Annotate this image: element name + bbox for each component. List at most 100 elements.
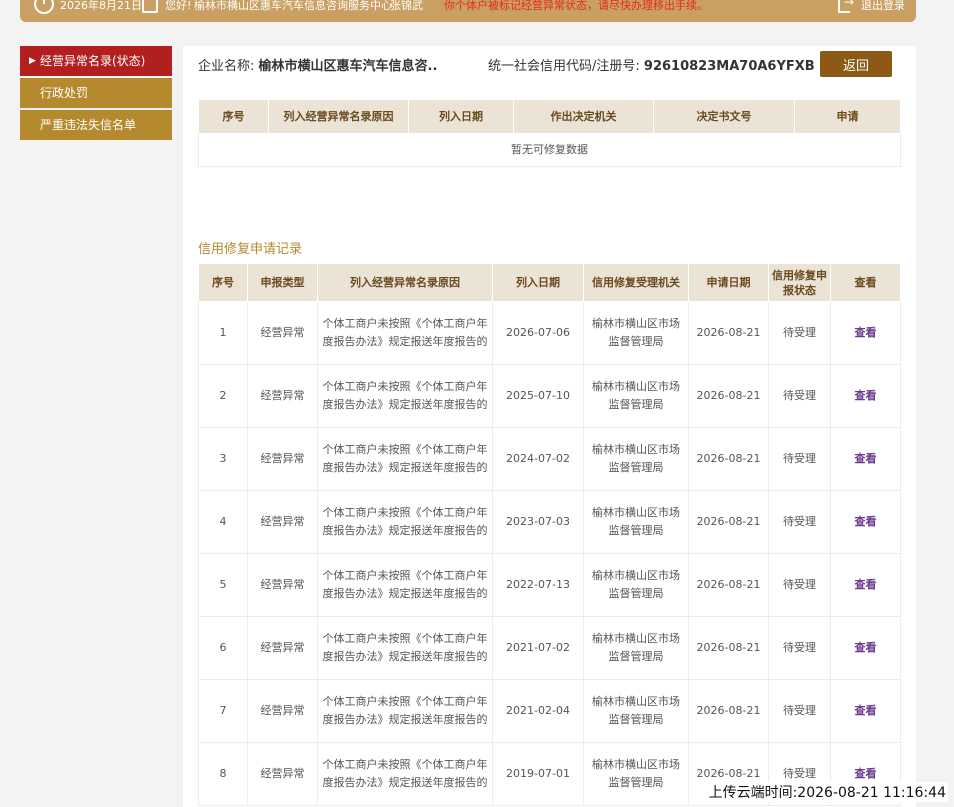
table-header-row: 序号 申报类型 列入经营异常名录原因 列入日期 信用修复受理机关 申请日期 信用… [198, 263, 901, 302]
sidebar-item-serious-violation[interactable]: 严重违法失信名单 [20, 110, 172, 140]
repair-status: 待受理 [768, 364, 831, 428]
upload-timestamp: 上传云端时间:2026-08-21 11:16:44 [706, 782, 948, 802]
view-link: 查看 [830, 364, 901, 428]
logout-icon[interactable] [838, 0, 854, 13]
row-index: 4 [198, 490, 248, 554]
row-index: 1 [198, 301, 248, 365]
table-row: 5 经营异常 个体工商户未按照《个体工商户年度报告办法》规定报送年度报告的 2022-… [198, 553, 901, 617]
company-name: 榆林市横山区惠车汽车信息咨.. [258, 59, 438, 74]
view-link[interactable]: 查看 [855, 452, 877, 465]
user-name: 张锦武 [390, 0, 423, 12]
view-link: 查看 [830, 679, 901, 743]
apply-type: 经营异常 [247, 679, 318, 743]
repair-status: 待受理 [768, 427, 831, 491]
apply-date: 2026-08-21 [688, 364, 769, 428]
col-header: 信用修复受理机关 [583, 263, 689, 302]
col-header: 列入经营异常名录原因 [317, 263, 493, 302]
col-header: 列入日期 [492, 263, 584, 302]
logout-link[interactable]: 退出登录 [861, 0, 905, 12]
company-name-line: 企业名称: 榆林市横山区惠车汽车信息咨.. [198, 55, 437, 74]
col-header: 序号 [198, 263, 248, 302]
col-header: 申请 [794, 99, 901, 134]
accept-authority: 榆林市横山区市场监督管理局 [583, 301, 689, 365]
list-reason: 个体工商户未按照《个体工商户年度报告办法》规定报送年度报告的 [317, 616, 493, 680]
sidebar-item-label: 严重违法失信名单 [40, 118, 137, 132]
view-link: 查看 [830, 616, 901, 680]
apply-date: 2026-08-21 [688, 553, 769, 617]
apply-date: 2026-08-21 [688, 301, 769, 365]
org-name: 榆林市横山区惠车汽车信息咨询服务中心 [194, 0, 392, 12]
apply-type: 经营异常 [247, 427, 318, 491]
apply-type: 经营异常 [247, 616, 318, 680]
warning-notice: 你个体户被标记经营异常状态，请尽快办理移出手续。 [444, 0, 708, 12]
table-row: 1 经营异常 个体工商户未按照《个体工商户年度报告办法》规定报送年度报告的 2026-… [198, 301, 901, 365]
apply-date: 2026-08-21 [688, 616, 769, 680]
list-reason: 个体工商户未按照《个体工商户年度报告办法》规定报送年度报告的 [317, 427, 493, 491]
view-link[interactable]: 查看 [855, 515, 877, 528]
records-section-title: 信用修复申请记录 [198, 242, 303, 257]
accept-authority: 榆林市横山区市场监督管理局 [583, 742, 689, 806]
back-button[interactable]: 返回 [820, 51, 892, 77]
row-index: 7 [198, 679, 248, 743]
sidebar-item-abnormal-list[interactable]: ▶ 经营异常名录(状态) [20, 46, 172, 76]
apply-date: 2026-08-21 [688, 490, 769, 554]
list-date: 2024-07-02 [492, 427, 584, 491]
table-row: 2 经营异常 个体工商户未按照《个体工商户年度报告办法》规定报送年度报告的 2025-… [198, 364, 901, 428]
empty-message: 暂无可修复数据 [198, 133, 901, 167]
view-link[interactable]: 查看 [855, 641, 877, 654]
credit-code: 92610823MA70A6YFXB [643, 59, 815, 74]
table-row: 4 经营异常 个体工商户未按照《个体工商户年度报告办法》规定报送年度报告的 2023-… [198, 490, 901, 554]
repair-status: 待受理 [768, 616, 831, 680]
view-link: 查看 [830, 490, 901, 554]
row-index: 5 [198, 553, 248, 617]
col-header: 序号 [198, 99, 269, 134]
user-icon [142, 0, 158, 13]
list-reason: 个体工商户未按照《个体工商户年度报告办法》规定报送年度报告的 [317, 490, 493, 554]
list-reason: 个体工商户未按照《个体工商户年度报告办法》规定报送年度报告的 [317, 301, 493, 365]
list-date: 2025-07-10 [492, 364, 584, 428]
view-link[interactable]: 查看 [855, 704, 877, 717]
list-date: 2021-07-02 [492, 616, 584, 680]
table-row: 3 经营异常 个体工商户未按照《个体工商户年度报告办法》规定报送年度报告的 2024-… [198, 427, 901, 491]
table-header-row: 序号 列入经营异常名录原因 列入日期 作出决定机关 决定书文号 申请 [198, 99, 901, 134]
accept-authority: 榆林市横山区市场监督管理局 [583, 427, 689, 491]
table-row: 7 经营异常 个体工商户未按照《个体工商户年度报告办法》规定报送年度报告的 2021-… [198, 679, 901, 743]
sidebar-item-label: 行政处罚 [40, 86, 89, 100]
arrow-right-icon: ▶ [29, 56, 36, 66]
row-index: 6 [198, 616, 248, 680]
col-header: 作出决定机关 [513, 99, 654, 134]
row-index: 2 [198, 364, 248, 428]
list-reason: 个体工商户未按照《个体工商户年度报告办法》规定报送年度报告的 [317, 364, 493, 428]
repair-status: 待受理 [768, 679, 831, 743]
view-link[interactable]: 查看 [855, 767, 877, 780]
accept-authority: 榆林市横山区市场监督管理局 [583, 553, 689, 617]
list-reason: 个体工商户未按照《个体工商户年度报告办法》规定报送年度报告的 [317, 679, 493, 743]
top-banner: 2026年8月21日 您好! 榆林市横山区惠车汽车信息咨询服务中心 张锦武 你个… [20, 0, 916, 22]
list-date: 2022-07-13 [492, 553, 584, 617]
view-link[interactable]: 查看 [855, 578, 877, 591]
row-index: 3 [198, 427, 248, 491]
apply-date: 2026-08-21 [688, 679, 769, 743]
sidebar-item-label: 经营异常名录(状态) [40, 54, 146, 68]
credit-code-label: 统一社会信用代码/注册号: [488, 59, 640, 74]
repair-status: 待受理 [768, 301, 831, 365]
table-row: 暂无可修复数据 [198, 133, 901, 167]
view-link: 查看 [830, 553, 901, 617]
view-link[interactable]: 查看 [855, 389, 877, 402]
view-link: 查看 [830, 427, 901, 491]
list-date: 2026-07-06 [492, 301, 584, 365]
records-table: 序号 申报类型 列入经营异常名录原因 列入日期 信用修复受理机关 申请日期 信用… [198, 263, 901, 806]
greeting: 您好! [165, 0, 192, 12]
current-date: 2026年8月21日 [60, 0, 142, 12]
accept-authority: 榆林市横山区市场监督管理局 [583, 616, 689, 680]
apply-type: 经营异常 [247, 742, 318, 806]
view-link[interactable]: 查看 [855, 326, 877, 339]
sidebar-item-admin-penalty[interactable]: 行政处罚 [20, 78, 172, 108]
col-header: 信用修复申报状态 [768, 263, 831, 302]
clock-icon [34, 0, 54, 14]
accept-authority: 榆林市横山区市场监督管理局 [583, 679, 689, 743]
col-header: 申报类型 [247, 263, 318, 302]
col-header: 决定书文号 [653, 99, 795, 134]
col-header: 查看 [830, 263, 901, 302]
repairable-table: 序号 列入经营异常名录原因 列入日期 作出决定机关 决定书文号 申请 暂无可修复… [198, 99, 901, 167]
